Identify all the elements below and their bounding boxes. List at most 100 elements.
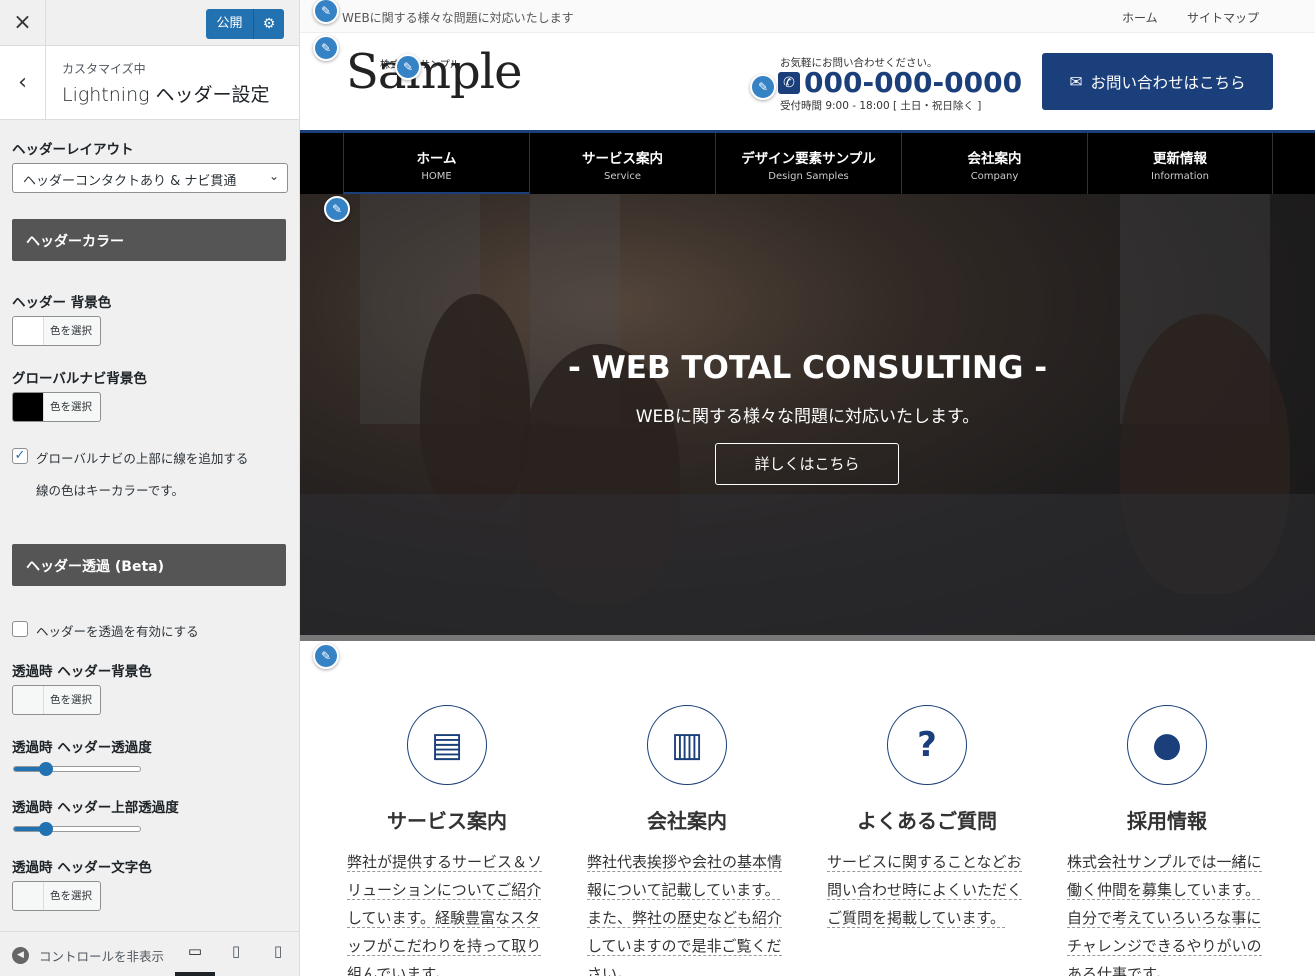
customizer-footer: ◀ コントロールを非表示 ▭ ▯ ▯ [0,931,299,976]
gnav-bg-color-button[interactable]: 色を選択 [12,392,101,422]
util-link-home[interactable]: ホーム [1122,9,1158,26]
gnav-border-note: 線の色はキーカラーです。 [36,483,185,498]
section-title: Lightning ヘッダー設定 [62,84,270,106]
back-button[interactable]: ‹ [0,46,46,119]
nav-label: 会社案内 [967,151,1022,167]
pr-title: 会社案内 [647,809,727,833]
section-header: ‹ カスタマイズ中 Lightning ヘッダー設定 [0,46,299,120]
pr-text: 弊社が提供するサービス＆ソ リューションについてご紹介 しています。経験豊富なス… [337,848,557,976]
edit-shortcut-pencil-icon[interactable]: ✎ [313,643,339,669]
hero-bottom-bar [300,635,1315,641]
header-layout-select[interactable]: ヘッダーコンタクトあり & ナビ貫通 ⌄ [12,163,288,193]
trans-text-color-button[interactable]: 色を選択 [12,881,101,911]
hero-subtitle: WEBに関する様々な問題に対応いたします。 [635,407,980,427]
gnav-border-checkbox[interactable]: ✓ [12,448,28,464]
nav-label: ホーム [416,151,457,167]
mail-icon: ✉ [1069,72,1083,91]
header-bg-label: ヘッダー 背景色 [12,295,112,311]
pr-line: しています。経験豊富なスタ [347,909,541,928]
chevron-down-icon: ⌄ [268,169,279,183]
header-bg-color-button[interactable]: 色を選択 [12,316,101,346]
pr-block-faq[interactable]: ? よくあるご質問 サービスに関することなどお 問い合わせ時によくいただく ご質… [817,705,1037,932]
nav-item-company[interactable]: 会社案内 Company [901,133,1087,194]
color-swatch [13,317,44,345]
nav-item-service[interactable]: サービス案内 Service [529,133,715,194]
trans-top-opacity-slider[interactable] [13,822,141,836]
customizer-topbar: × 公開 ⚙ [0,0,299,46]
trans-bg-color-button[interactable]: 色を選択 [12,685,101,715]
pr-block-service[interactable]: ▤ サービス案内 弊社が提供するサービス＆ソ リューションについてご紹介 してい… [337,705,557,976]
header-layout-value: ヘッダーコンタクトあり & ナビ貫通 [23,174,237,189]
pr-line: サービスに関することなどお [827,853,1022,872]
header-color-section[interactable]: ヘッダーカラー [12,219,286,261]
publish-label[interactable]: 公開 [206,9,254,39]
trans-top-opacity-label: 透過時 ヘッダー上部透過度 [12,800,179,816]
edit-shortcut-pencil-icon[interactable]: ✎ [395,54,421,80]
nav-item-home[interactable]: ホーム HOME [343,133,529,194]
hide-controls-label: コントロールを非表示 [39,949,165,964]
util-link-sitemap[interactable]: サイトマップ [1187,9,1259,26]
phone-text: 000-000-0000 [804,66,1023,99]
pr-block-company[interactable]: ▥ 会社案内 弊社代表挨拶や会社の基本情 報について記載しています。 また、弊社… [577,705,797,976]
phone-number[interactable]: ✆ 000-000-0000 [778,66,1022,99]
mobile-preview-icon[interactable]: ▯ [258,942,298,976]
user-icon: ● [1127,705,1207,785]
contact-button[interactable]: ✉ お問い合わせはこちら [1042,53,1273,110]
pr-line: チャレンジできるやりがいの [1067,937,1262,956]
transparent-enable-checkbox[interactable] [12,621,28,637]
color-select-label: 色を選択 [50,401,92,413]
pr-block-recruit[interactable]: ● 採用情報 株式会社サンプルでは一緒に 働く仲間を募集しています。 自分で考え… [1057,705,1277,976]
slider-knob[interactable] [38,762,53,776]
nav-sublabel: Design Samples [768,171,849,182]
nav-sublabel: Company [970,171,1019,182]
trans-opacity-slider[interactable] [13,762,141,776]
nav-sublabel: Information [1151,171,1209,182]
color-select-label: 色を選択 [50,890,92,902]
nav-item-information[interactable]: 更新情報 Information [1087,133,1273,194]
edit-shortcut-pencil-icon[interactable]: ✎ [313,35,339,61]
hero-slide: - WEB TOTAL CONSULTING - WEBに関する様々な問題に対応… [300,194,1315,635]
nav-label: サービス案内 [582,151,663,167]
color-swatch [13,882,44,910]
color-select-label: 色を選択 [50,694,92,706]
document-icon: ▤ [407,705,487,785]
header-layout-label: ヘッダーレイアウト [12,142,134,158]
desktop-preview-icon[interactable]: ▭ [175,942,215,976]
nav-sublabel: Service [604,171,641,182]
hero-button[interactable]: 詳しくはこちら [715,443,899,485]
pr-line: さい。 [587,965,633,976]
header-transparent-section[interactable]: ヘッダー透過 (Beta) [12,544,286,586]
pr-line: 働く仲間を募集しています。 [1067,881,1261,900]
gnav-border-check-label: グローバルナビの上部に線を追加する [36,451,249,466]
nav-item-design-samples[interactable]: デザイン要素サンプル Design Samples [715,133,901,194]
edit-shortcut-pencil-icon[interactable]: ✎ [750,74,776,100]
chevron-left-icon: ‹ [18,70,27,95]
question-icon: ? [887,705,967,785]
tablet-preview-icon[interactable]: ▯ [216,942,256,976]
hero-title: - WEB TOTAL CONSULTING - [567,350,1048,386]
close-customizer-button[interactable]: × [0,0,46,45]
pr-line: 弊社代表挨拶や会社の基本情 [587,853,783,872]
transparent-enable-label: ヘッダーを透過を有効にする [36,624,199,639]
nav-label: デザイン要素サンプル [741,151,876,167]
utility-bar: WEBに関する様々な問題に対応いたします ホーム サイトマップ [300,0,1315,33]
trans-text-color-label: 透過時 ヘッダー文字色 [12,860,152,876]
edit-shortcut-pencil-icon[interactable]: ✎ [324,196,350,222]
publish-button[interactable]: 公開 ⚙ [206,9,284,39]
trans-opacity-label: 透過時 ヘッダー透過度 [12,740,152,756]
gear-icon[interactable]: ⚙ [254,16,284,32]
pr-line: 株式会社サンプルでは一緒に [1067,853,1262,872]
business-hours: 受付時間 9:00 - 18:00 [ 土日・祝日除く ] [780,100,982,112]
slider-knob[interactable] [38,822,53,836]
pr-line: 弊社が提供するサービス＆ソ [347,853,543,872]
close-icon: × [13,10,32,35]
breadcrumb: カスタマイズ中 [62,62,146,76]
customizer-sidebar: × 公開 ⚙ ‹ カスタマイズ中 Lightning ヘッダー設定 ヘッダーレイ… [0,0,300,976]
pr-text: サービスに関することなどお 問い合わせ時によくいただく ご質問を掲載しています。 [817,848,1037,932]
hide-controls-button[interactable]: ◀ コントロールを非表示 [12,946,164,965]
color-swatch [13,393,44,421]
pr-line: していますので是非ご覧くだ [587,937,782,956]
color-swatch [13,686,44,714]
pr-line: 自分で考えていろいろな事に [1067,909,1262,928]
phone-icon: ✆ [778,71,800,94]
